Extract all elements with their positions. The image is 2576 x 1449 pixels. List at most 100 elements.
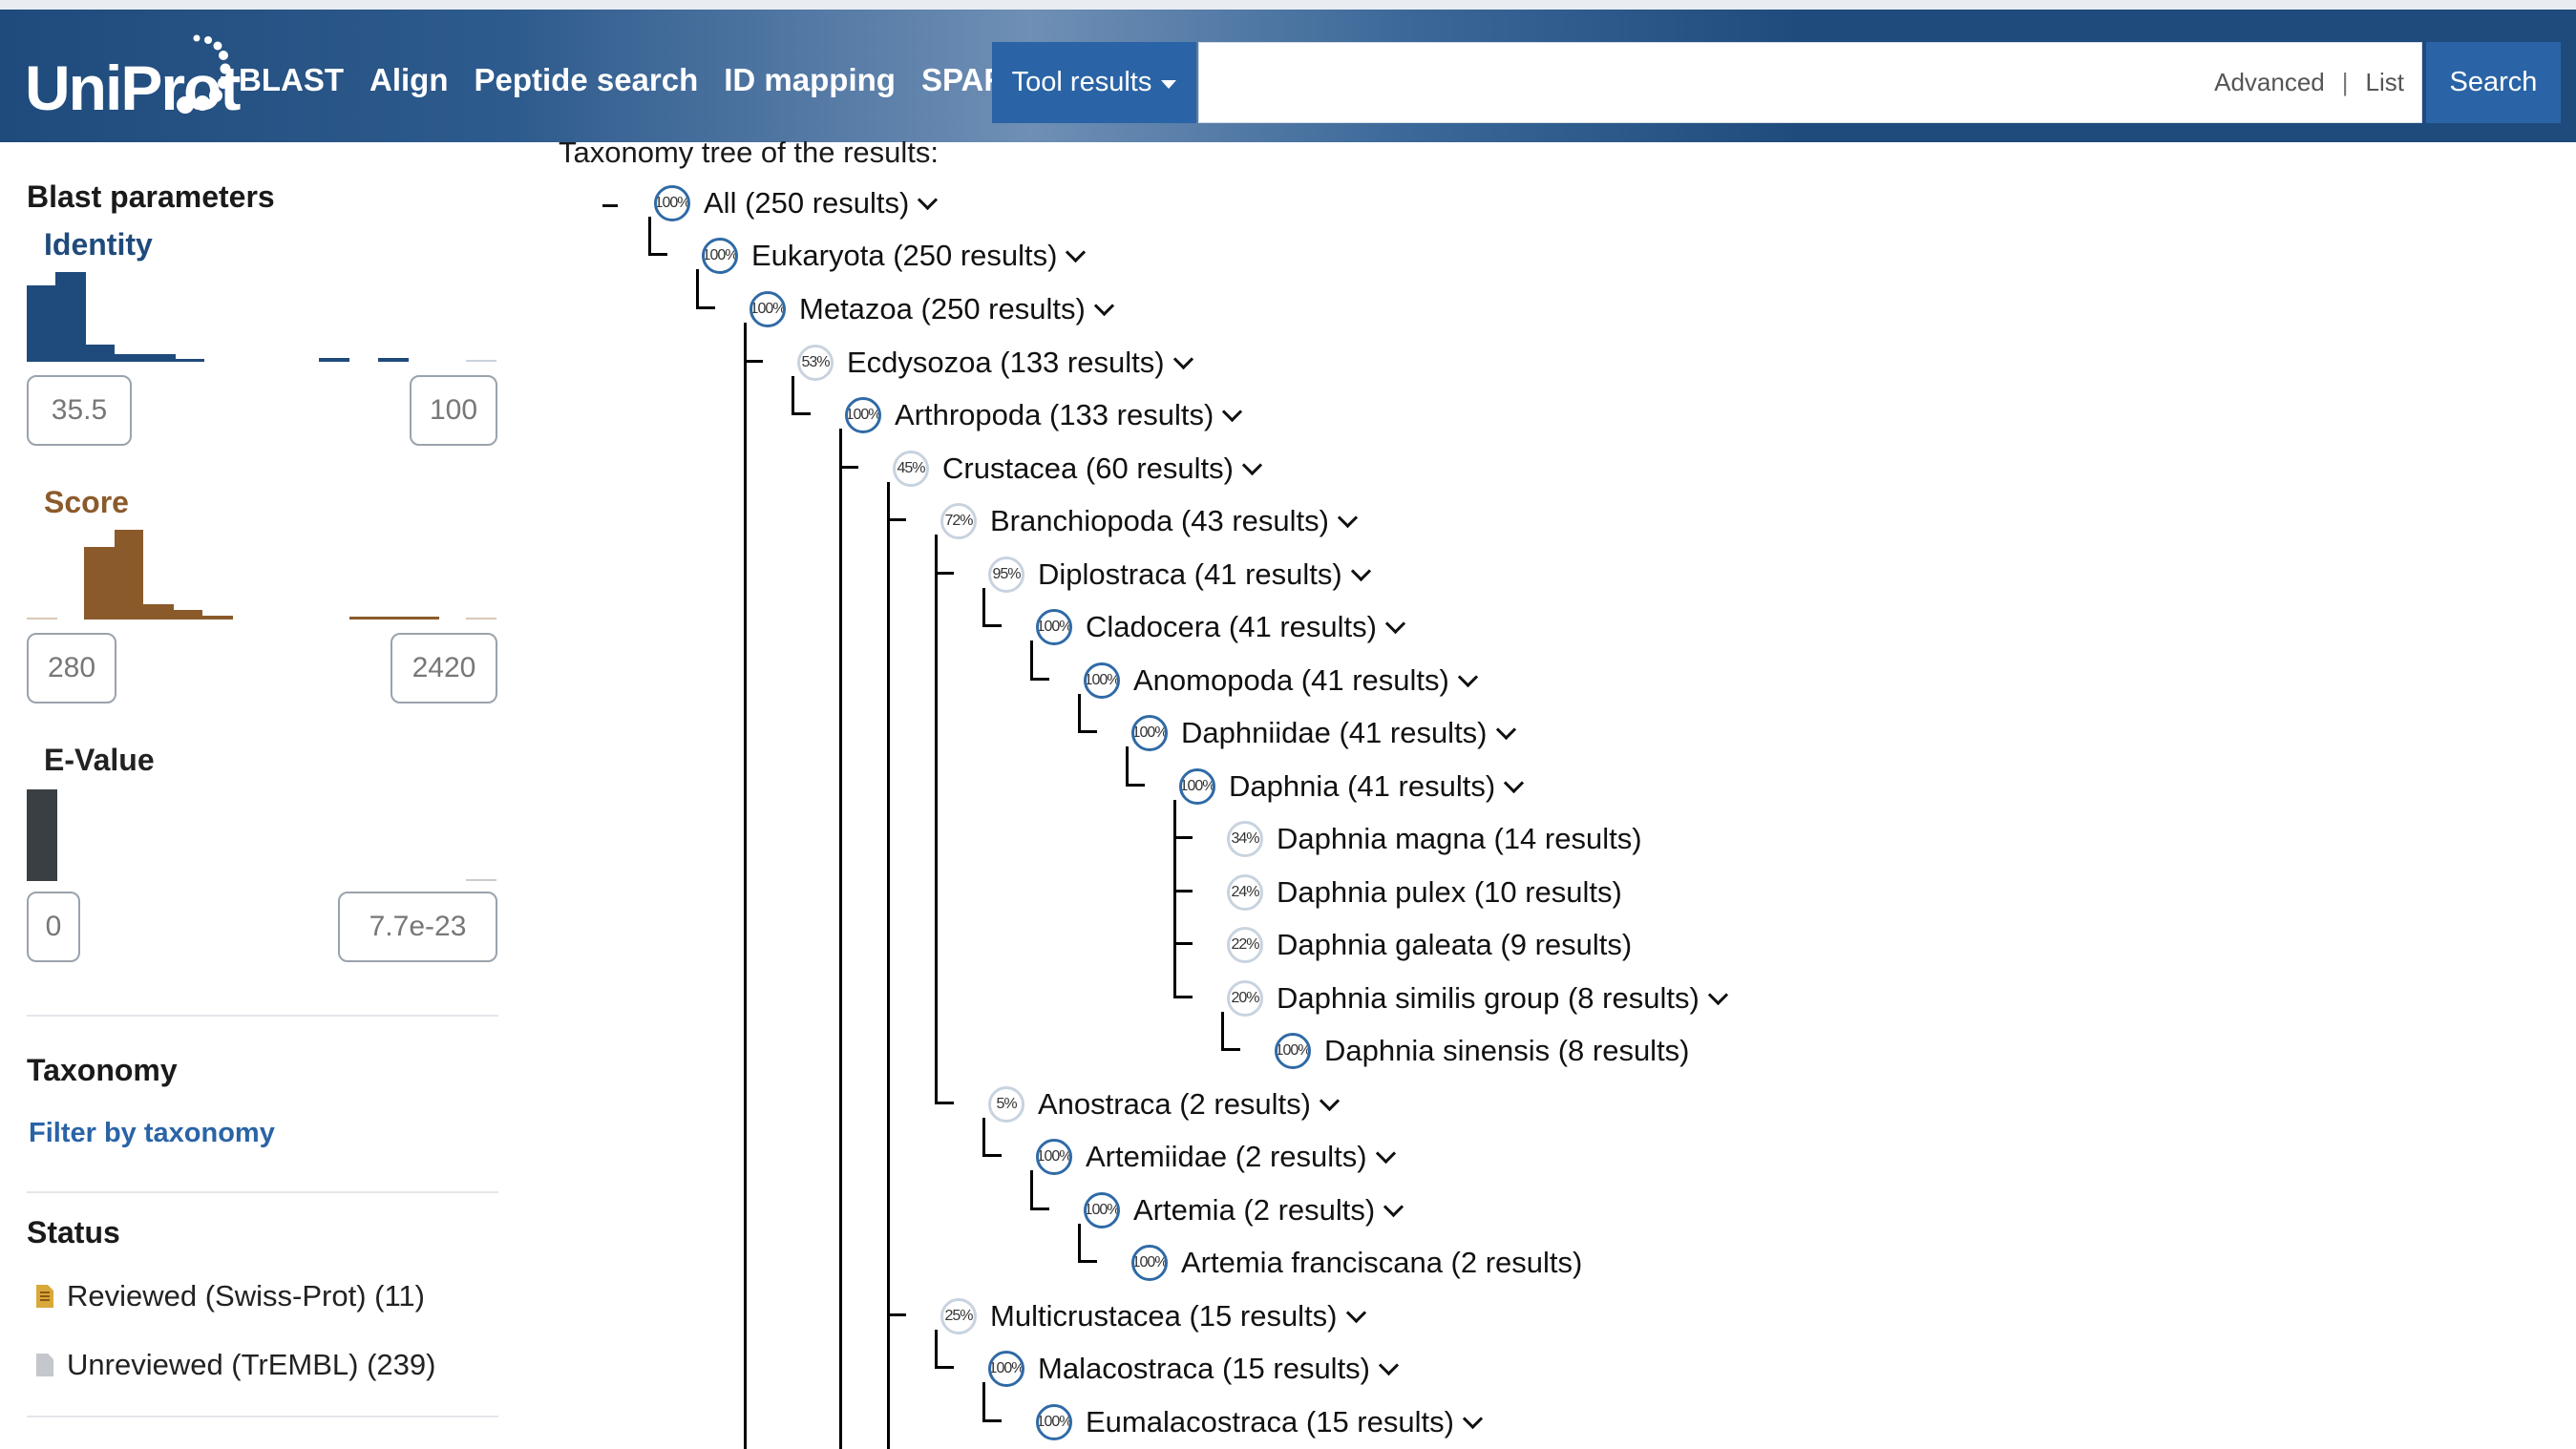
tree-node-label[interactable]: Malacostraca (15 results) xyxy=(1038,1352,1370,1386)
tree-node-label[interactable]: Eukaryota (250 results) xyxy=(751,239,1057,273)
tree-node-label[interactable]: Daphnia similis group (8 results) xyxy=(1277,981,1700,1016)
tree-node-label[interactable]: Daphnia galeata (9 results) xyxy=(1277,928,1632,962)
tree-connector xyxy=(935,1102,954,1104)
histogram-bar xyxy=(143,604,174,620)
tree-node-label[interactable]: Daphnia sinensis (8 results) xyxy=(1324,1034,1690,1068)
tree-node-label[interactable]: Branchiopoda (43 results) xyxy=(990,504,1329,538)
search-input[interactable] xyxy=(1199,43,2154,122)
tree-node-label[interactable]: Daphnia (41 results) xyxy=(1229,769,1495,804)
tree-connector xyxy=(1126,746,1129,787)
chevron-down-icon[interactable] xyxy=(1172,348,1193,369)
list-search-link[interactable]: List xyxy=(2366,68,2404,97)
tree-node-label[interactable]: Artemia (2 results) xyxy=(1133,1193,1375,1228)
tree-node-label[interactable]: Eumalacostraca (15 results) xyxy=(1086,1405,1454,1439)
percent-ring-icon: 100% xyxy=(1036,1404,1072,1440)
tree-node-label[interactable]: Diplostraca (41 results) xyxy=(1038,557,1342,592)
tool-results-dropdown[interactable]: Tool results xyxy=(992,42,1196,123)
tree-node: 100% Daphniidae (41 results) xyxy=(1131,715,1516,751)
histogram-bar xyxy=(84,547,115,620)
status-unreviewed[interactable]: Unreviewed (TrEMBL) (239) xyxy=(36,1348,435,1382)
percent-ring-icon: 100% xyxy=(1084,1192,1120,1228)
status-reviewed[interactable]: Reviewed (Swiss-Prot) (11) xyxy=(36,1279,425,1313)
tree-connector xyxy=(887,1313,906,1316)
tree-node-label[interactable]: Daphnia pulex (10 results) xyxy=(1277,875,1622,910)
histogram-bar xyxy=(115,354,176,362)
chevron-down-icon[interactable] xyxy=(1383,1196,1404,1217)
tree-node: 72% Branchiopoda (43 results) xyxy=(940,503,1359,539)
tree-connector xyxy=(887,518,906,521)
identity-max-input[interactable]: 100 xyxy=(410,375,497,446)
tool-results-label: Tool results xyxy=(1011,67,1152,97)
chevron-down-icon[interactable] xyxy=(1093,295,1114,316)
search-button[interactable]: Search xyxy=(2426,42,2561,123)
chevron-down-icon[interactable] xyxy=(1378,1354,1400,1376)
tree-node-label[interactable]: Crustacea (60 results) xyxy=(942,452,1234,486)
chevron-down-icon[interactable] xyxy=(1495,719,1516,740)
tree-node-label[interactable]: Artemia franciscana (2 results) xyxy=(1181,1246,1582,1280)
chevron-down-icon[interactable] xyxy=(1337,507,1359,528)
tree-node-label[interactable]: Daphniidae (41 results) xyxy=(1181,716,1488,750)
chevron-down-icon[interactable] xyxy=(1707,984,1728,1005)
tree-connector xyxy=(1030,1170,1033,1210)
percent-ring-icon: 100% xyxy=(702,238,738,274)
tree-node-label[interactable]: Metazoa (250 results) xyxy=(799,292,1086,326)
tree-node-label[interactable]: Arthropoda (133 results) xyxy=(895,398,1214,432)
histogram-bar xyxy=(115,530,143,620)
tree-node-label[interactable]: All (250 results) xyxy=(704,186,909,220)
nav-align[interactable]: Align xyxy=(370,62,448,98)
uniprot-logo[interactable]: UniProt xyxy=(25,31,241,126)
chevron-down-icon[interactable] xyxy=(1319,1090,1341,1111)
chevron-down-icon[interactable] xyxy=(1345,1302,1366,1323)
chevron-down-icon[interactable] xyxy=(1384,613,1406,634)
tree-node: 100% Artemia (2 results) xyxy=(1084,1192,1404,1228)
tree-node-label[interactable]: Artemiidae (2 results) xyxy=(1086,1140,1367,1174)
chevron-down-icon[interactable] xyxy=(1457,666,1478,687)
tree-node-label[interactable]: Anostraca (2 results) xyxy=(1038,1087,1311,1122)
filter-by-taxonomy-link[interactable]: Filter by taxonomy xyxy=(29,1118,275,1149)
nav-peptide-search[interactable]: Peptide search xyxy=(474,62,698,98)
tree-node-label[interactable]: Multicrustacea (15 results) xyxy=(990,1299,1338,1334)
collapse-all-icon[interactable] xyxy=(602,204,618,207)
percent-ring-icon: 100% xyxy=(750,291,786,327)
score-max-input[interactable]: 2420 xyxy=(391,633,497,704)
tree-node-label[interactable]: Anomopoda (41 results) xyxy=(1133,663,1449,698)
tree-node: 20% Daphnia similis group (8 results) xyxy=(1227,980,1728,1017)
histogram-bar xyxy=(174,610,202,620)
top-strip xyxy=(0,0,2576,10)
histogram-bar xyxy=(202,616,233,620)
identity-min-input[interactable]: 35.5 xyxy=(27,375,132,446)
score-label: Score xyxy=(44,485,129,519)
nav-id-mapping[interactable]: ID mapping xyxy=(724,62,896,98)
tree-connector xyxy=(744,360,763,363)
chevron-down-icon[interactable] xyxy=(1241,454,1263,475)
advanced-search-link[interactable]: Advanced xyxy=(2214,68,2325,97)
tree-connector xyxy=(935,572,954,575)
tree-connector xyxy=(1030,1208,1049,1210)
tree-connector xyxy=(696,269,699,309)
tree-node-label[interactable]: Daphnia magna (14 results) xyxy=(1277,822,1642,856)
chevron-down-icon[interactable] xyxy=(1066,242,1087,262)
percent-ring-icon: 53% xyxy=(797,345,834,381)
divider xyxy=(27,1416,498,1418)
chevron-down-icon[interactable] xyxy=(1222,401,1243,422)
chevron-down-icon[interactable] xyxy=(1462,1408,1484,1429)
histogram-bar xyxy=(319,358,349,362)
chevron-down-icon[interactable] xyxy=(1504,772,1525,793)
evalue-min-input[interactable]: 0 xyxy=(27,892,80,962)
chevron-down-icon[interactable] xyxy=(1375,1143,1396,1164)
score-min-input[interactable]: 280 xyxy=(27,633,116,704)
tree-connector xyxy=(1078,730,1097,733)
evalue-max-input[interactable]: 7.7e-23 xyxy=(338,892,497,962)
percent-ring-icon: 100% xyxy=(988,1351,1024,1387)
tree-node-label[interactable]: Cladocera (41 results) xyxy=(1086,610,1377,644)
search-options: Advanced | List xyxy=(2214,43,2404,122)
nav-blast[interactable]: BLAST xyxy=(239,62,344,98)
tree-connector xyxy=(887,482,890,1449)
chevron-down-icon[interactable] xyxy=(918,189,939,210)
chevron-down-icon[interactable] xyxy=(1350,560,1371,581)
tree-connector xyxy=(1030,678,1049,681)
tree-connector xyxy=(1173,996,1193,998)
tree-node: 100% Eukaryota (250 results) xyxy=(702,238,1087,274)
tree-node: 5% Anostraca (2 results) xyxy=(988,1086,1341,1123)
tree-node-label[interactable]: Ecdysozoa (133 results) xyxy=(847,346,1165,380)
